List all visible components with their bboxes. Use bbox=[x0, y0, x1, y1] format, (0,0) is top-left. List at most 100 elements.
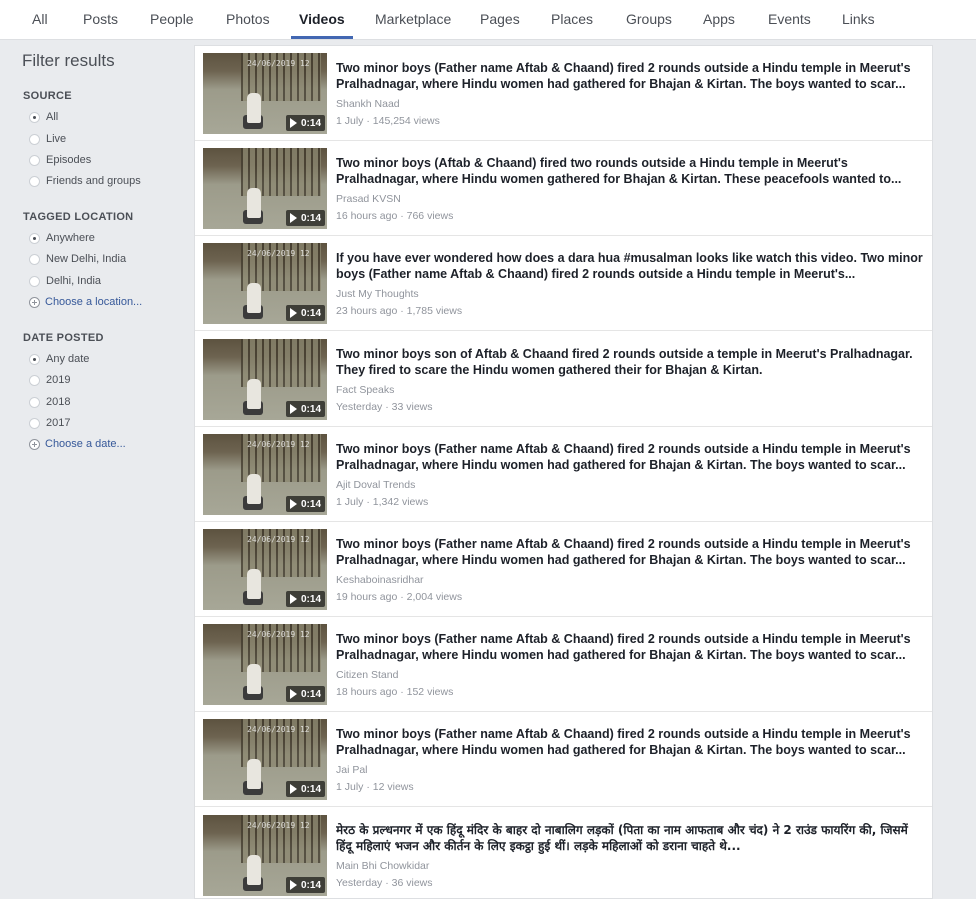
video-meta: 18 hours ago · 152 views bbox=[336, 686, 454, 698]
video-result-row[interactable]: 24/06/2019 12 0:14 Two minor boys (Father … bbox=[195, 617, 932, 712]
video-meta: 23 hours ago · 1,785 views bbox=[336, 305, 463, 317]
play-icon bbox=[289, 784, 297, 794]
video-author[interactable]: Ajit Doval Trends bbox=[336, 479, 415, 491]
duration-badge: 0:14 bbox=[285, 686, 325, 702]
tab-videos[interactable]: Videos bbox=[291, 0, 353, 40]
date-option-2018[interactable]: 2018 bbox=[29, 394, 70, 410]
video-result-row[interactable]: 24/06/2019 12 0:14 If you have ever wonder… bbox=[195, 236, 932, 331]
source-option-episodes[interactable]: Episodes bbox=[29, 152, 91, 168]
thumbnail-person bbox=[247, 283, 261, 313]
thumbnail-person bbox=[247, 188, 261, 218]
date-heading: DATE POSTED bbox=[23, 332, 104, 344]
source-option-live[interactable]: Live bbox=[29, 131, 66, 147]
option-label: Friends and groups bbox=[46, 175, 141, 187]
video-timestamp-overlay: 24/06/2019 12 bbox=[247, 630, 310, 639]
video-author[interactable]: Just My Thoughts bbox=[336, 288, 419, 300]
tab-photos[interactable]: Photos bbox=[226, 0, 270, 40]
tab-people[interactable]: People bbox=[150, 0, 194, 40]
duration-badge: 0:14 bbox=[285, 877, 325, 893]
video-author[interactable]: Citizen Stand bbox=[336, 669, 398, 681]
video-title[interactable]: Two minor boys (Father name Aftab & Chaa… bbox=[336, 441, 926, 473]
tab-marketplace[interactable]: Marketplace bbox=[375, 0, 451, 40]
video-thumbnail[interactable]: 0:14 bbox=[203, 339, 327, 420]
option-label: Choose a date... bbox=[45, 438, 126, 450]
date-option-2017[interactable]: 2017 bbox=[29, 415, 70, 431]
video-meta: Yesterday · 33 views bbox=[336, 401, 433, 413]
radio-icon bbox=[29, 417, 40, 429]
duration-label: 0:14 bbox=[300, 593, 321, 605]
video-title[interactable]: मेरठ के प्रल्धनगर में एक हिंदू मंदिर के … bbox=[336, 822, 926, 854]
video-thumbnail[interactable]: 24/06/2019 12 0:14 bbox=[203, 815, 327, 896]
option-label: New Delhi, India bbox=[46, 253, 127, 265]
video-title[interactable]: Two minor boys son of Aftab & Chaand fir… bbox=[336, 346, 926, 378]
play-icon bbox=[289, 404, 297, 414]
video-title[interactable]: Two minor boys (Aftab & Chaand) fired tw… bbox=[336, 155, 926, 187]
video-thumbnail[interactable]: 24/06/2019 12 0:14 bbox=[203, 53, 327, 134]
source-option-all[interactable]: All bbox=[29, 109, 58, 125]
video-result-row[interactable]: 24/06/2019 12 0:14 Two minor boys (Father … bbox=[195, 427, 932, 522]
tab-posts[interactable]: Posts bbox=[83, 0, 118, 40]
video-author[interactable]: Main Bhi Chowkidar bbox=[336, 860, 429, 872]
video-thumbnail[interactable]: 24/06/2019 12 0:14 bbox=[203, 719, 327, 800]
video-result-row[interactable]: 0:14 Two minor boys (Aftab & Chaand) fire… bbox=[195, 141, 932, 236]
tab-links[interactable]: Links bbox=[842, 0, 875, 40]
video-thumbnail[interactable]: 24/06/2019 12 0:14 bbox=[203, 434, 327, 515]
filter-title: Filter results bbox=[22, 51, 115, 70]
play-icon bbox=[289, 499, 297, 509]
video-result-row[interactable]: 24/06/2019 12 0:14 Two minor boys (Father … bbox=[195, 522, 932, 617]
duration-label: 0:14 bbox=[300, 688, 321, 700]
duration-label: 0:14 bbox=[300, 403, 321, 415]
thumbnail-person bbox=[247, 664, 261, 694]
video-title[interactable]: Two minor boys (Father name Aftab & Chaa… bbox=[336, 60, 926, 92]
video-thumbnail[interactable]: 0:14 bbox=[203, 148, 327, 229]
video-result-row[interactable]: 24/06/2019 12 0:14 Two minor boys (Father … bbox=[195, 46, 932, 141]
video-author[interactable]: Keshaboinasridhar bbox=[336, 574, 424, 586]
tab-events[interactable]: Events bbox=[768, 0, 811, 40]
video-author[interactable]: Prasad KVSN bbox=[336, 193, 401, 205]
radio-icon bbox=[29, 154, 40, 166]
video-title[interactable]: Two minor boys (Father name Aftab & Chaa… bbox=[336, 536, 926, 568]
option-label: Choose a location... bbox=[45, 296, 143, 308]
video-result-row[interactable]: 24/06/2019 12 0:14 Two minor boys (Father … bbox=[195, 712, 932, 807]
tab-pages[interactable]: Pages bbox=[480, 0, 520, 40]
source-option-friends-groups[interactable]: Friends and groups bbox=[29, 173, 141, 189]
option-label: All bbox=[46, 111, 59, 123]
location-option-anywhere[interactable]: Anywhere bbox=[29, 230, 95, 246]
video-author[interactable]: Shankh Naad bbox=[336, 98, 400, 110]
video-meta: 1 July · 145,254 views bbox=[336, 115, 440, 127]
option-label: 2019 bbox=[46, 374, 71, 386]
tab-apps[interactable]: Apps bbox=[703, 0, 735, 40]
add-circle-icon bbox=[29, 438, 40, 450]
video-author[interactable]: Fact Speaks bbox=[336, 384, 394, 396]
duration-label: 0:14 bbox=[300, 783, 321, 795]
video-title[interactable]: If you have ever wondered how does a dar… bbox=[336, 250, 926, 282]
location-option-delhi[interactable]: Delhi, India bbox=[29, 273, 101, 289]
date-option-2019[interactable]: 2019 bbox=[29, 372, 70, 388]
tab-places[interactable]: Places bbox=[551, 0, 593, 40]
thumbnail-person bbox=[247, 474, 261, 504]
video-timestamp-overlay: 24/06/2019 12 bbox=[247, 440, 310, 449]
radio-checked-icon bbox=[29, 111, 40, 123]
radio-icon bbox=[29, 275, 40, 287]
video-author[interactable]: Jai Pal bbox=[336, 764, 368, 776]
video-title[interactable]: Two minor boys (Father name Aftab & Chaa… bbox=[336, 631, 926, 663]
duration-label: 0:14 bbox=[300, 212, 321, 224]
thumbnail-person bbox=[247, 855, 261, 885]
tab-groups[interactable]: Groups bbox=[626, 0, 672, 40]
video-thumbnail[interactable]: 24/06/2019 12 0:14 bbox=[203, 243, 327, 324]
video-thumbnail[interactable]: 24/06/2019 12 0:14 bbox=[203, 529, 327, 610]
video-result-row[interactable]: 0:14 Two minor boys son of Aftab & Chaand… bbox=[195, 332, 932, 427]
choose-date-link[interactable]: Choose a date... bbox=[29, 436, 126, 452]
thumbnail-person bbox=[247, 93, 261, 123]
date-option-any[interactable]: Any date bbox=[29, 351, 89, 367]
video-thumbnail[interactable]: 24/06/2019 12 0:14 bbox=[203, 624, 327, 705]
option-label: Episodes bbox=[46, 154, 92, 166]
choose-location-link[interactable]: Choose a location... bbox=[29, 294, 142, 310]
video-timestamp-overlay: 24/06/2019 12 bbox=[247, 725, 310, 734]
radio-checked-icon bbox=[29, 353, 40, 365]
video-result-row[interactable]: 24/06/2019 12 0:14 मेरठ के प्रल्धनगर में ए… bbox=[195, 808, 932, 899]
play-icon bbox=[289, 118, 297, 128]
location-option-new-delhi[interactable]: New Delhi, India bbox=[29, 251, 126, 267]
tab-all[interactable]: All bbox=[32, 0, 48, 40]
video-title[interactable]: Two minor boys (Father name Aftab & Chaa… bbox=[336, 726, 926, 758]
